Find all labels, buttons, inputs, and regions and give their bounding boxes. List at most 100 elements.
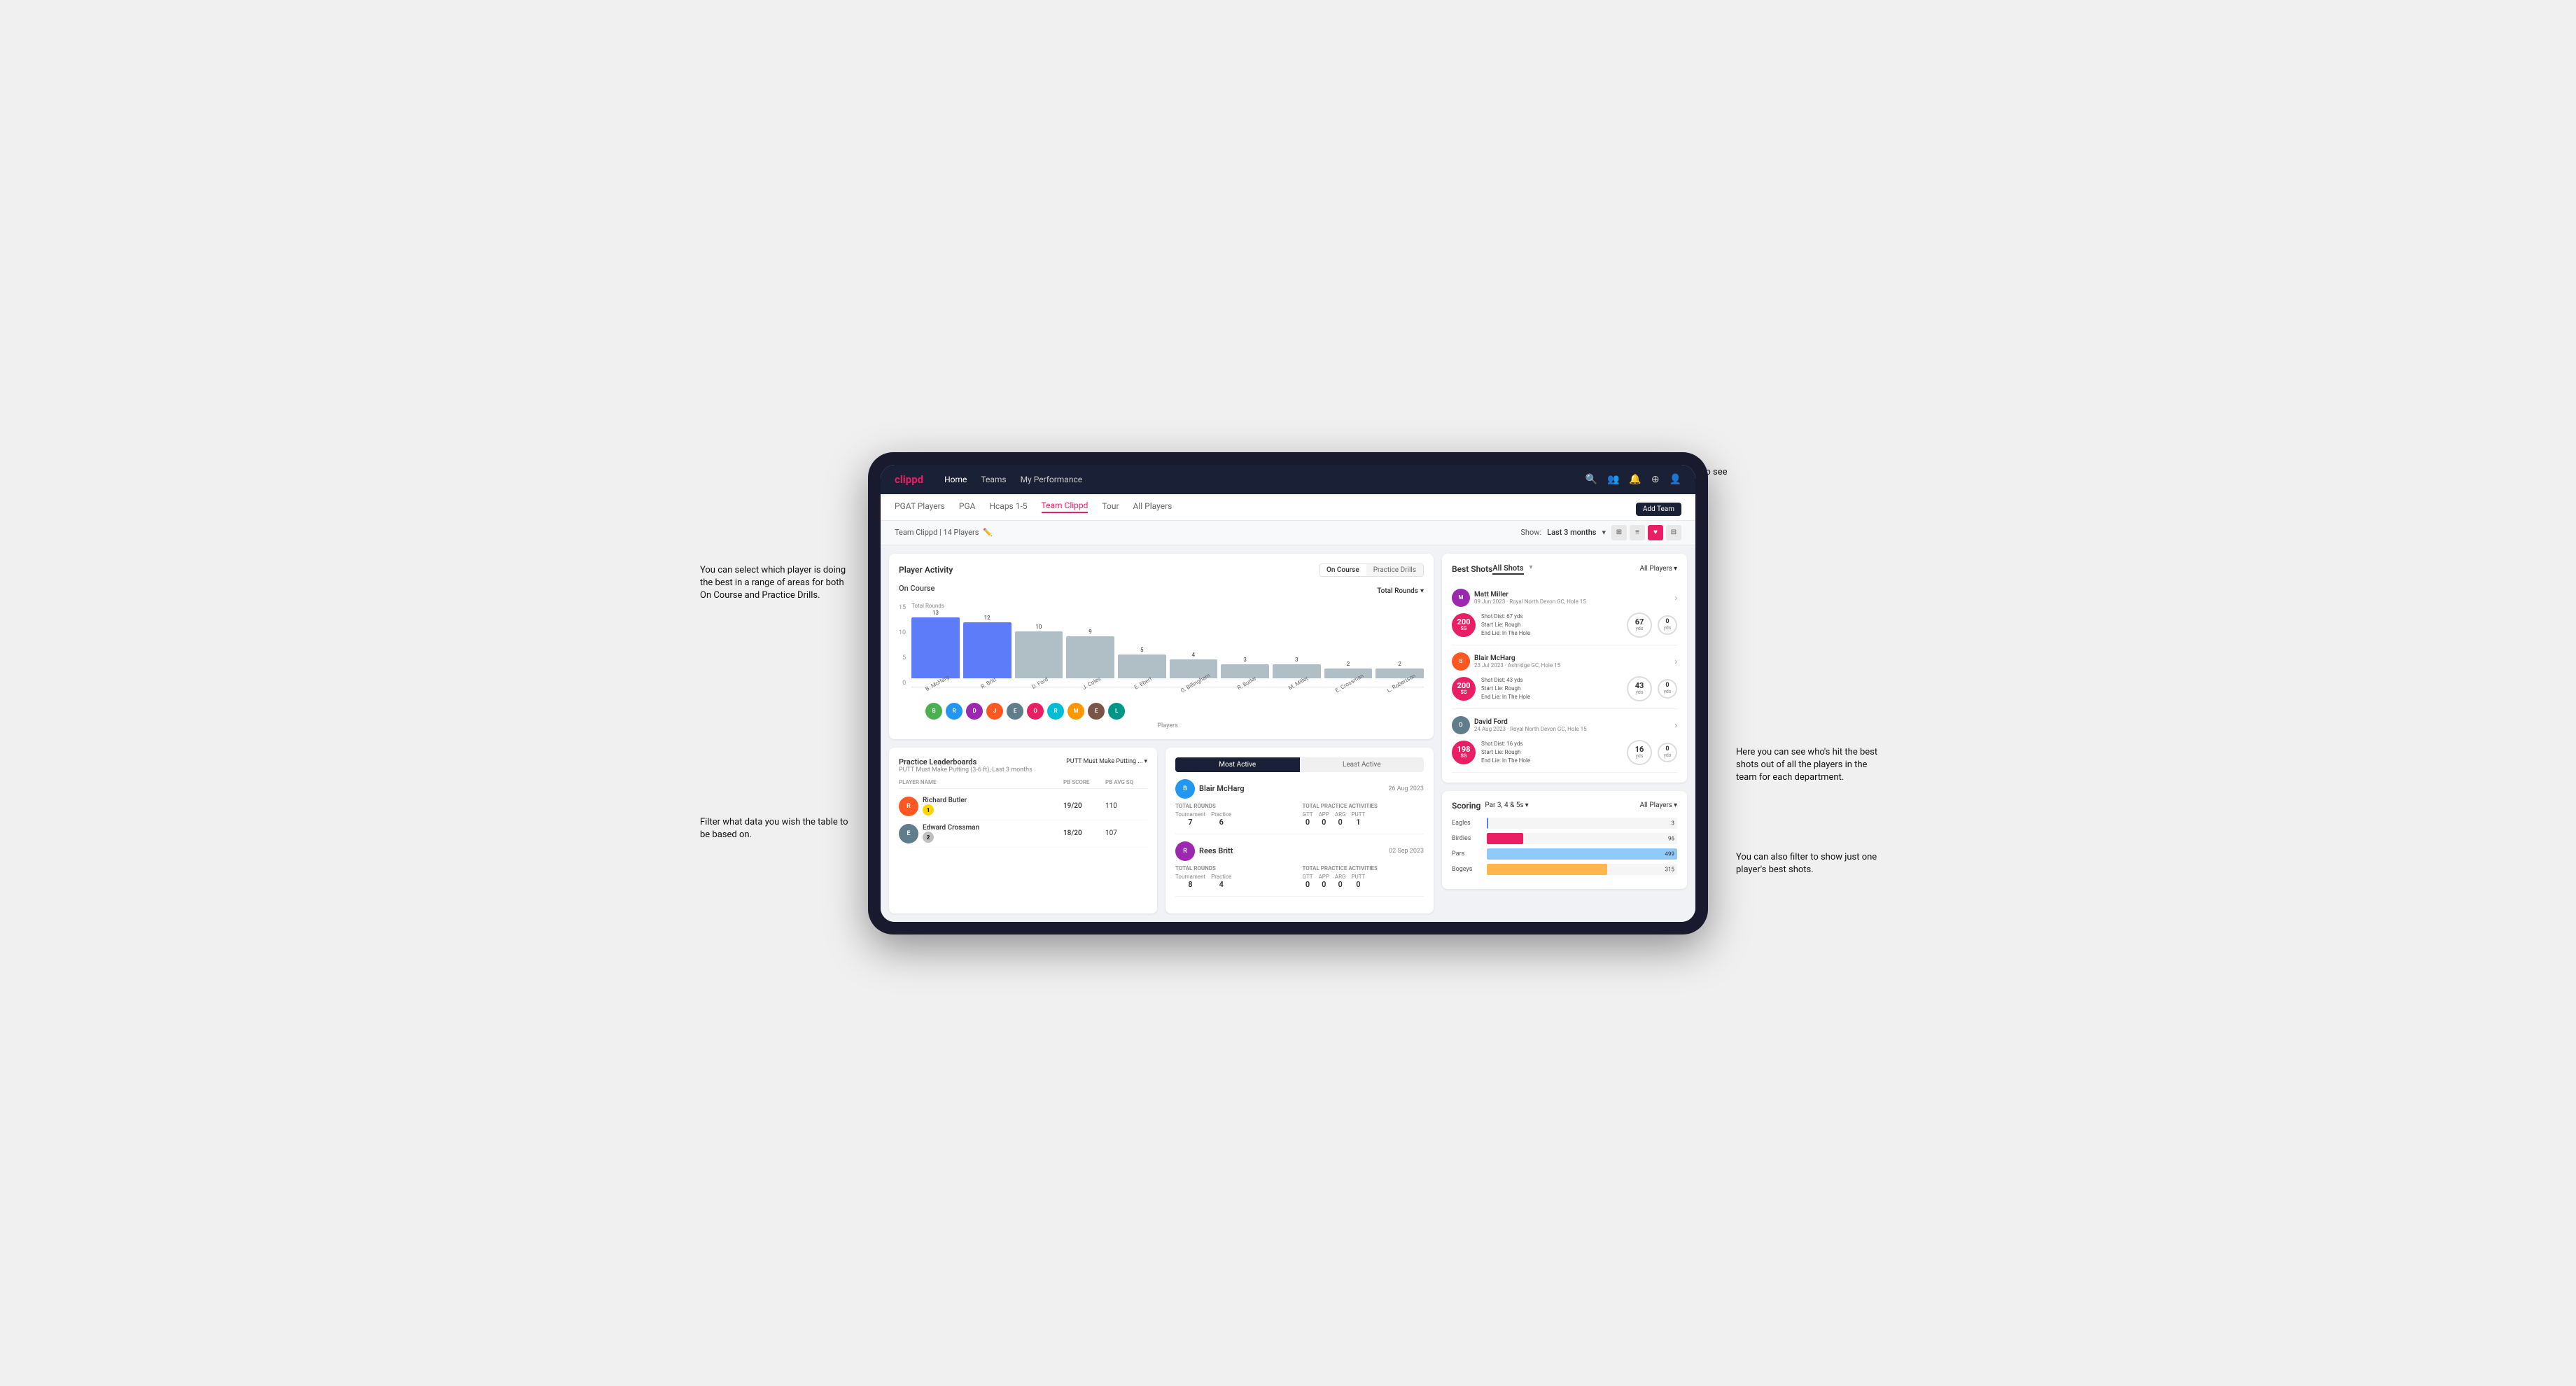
ma-player-header-0: B Blair McHarg 26 Aug 2023 [1175, 779, 1424, 799]
shot-chevron-icon-2[interactable]: › [1674, 720, 1677, 730]
ma-player-name-1: Rees Britt [1199, 846, 1233, 855]
show-select[interactable]: Last 3 months [1547, 528, 1596, 537]
least-active-tab[interactable]: Least Active [1300, 757, 1424, 772]
sub-nav-pga[interactable]: PGA [959, 501, 976, 512]
sub-nav-team-clippd[interactable]: Team Clippd [1042, 500, 1088, 513]
player-activity-card: Player Activity On Course Practice Drill… [889, 554, 1434, 739]
player-avatar-1[interactable]: R [946, 703, 962, 720]
scoring-row-2: Pars499 [1452, 848, 1677, 860]
bar-0[interactable] [911, 617, 960, 678]
shot-item-2[interactable]: D David Ford 24 Aug 2023 · Royal North D… [1452, 709, 1677, 773]
scoring-header: Scoring Par 3, 4 & 5s ▾ All Players ▾ [1452, 801, 1677, 811]
bar-value-0: 13 [932, 610, 939, 616]
player-name-1: Edward Crossman2 [923, 824, 979, 843]
shot-chevron-icon-0[interactable]: › [1674, 593, 1677, 603]
player-avatar-8[interactable]: E [1088, 703, 1105, 720]
player-info-1: EEdward Crossman2 [899, 824, 1063, 844]
bar-8[interactable] [1324, 668, 1373, 678]
most-active-tab[interactable]: Most Active [1175, 757, 1300, 772]
bar-9[interactable] [1376, 668, 1424, 678]
nav-item-my-performance[interactable]: My Performance [1021, 475, 1083, 484]
player-avatar-6[interactable]: R [1047, 703, 1064, 720]
bar-3[interactable] [1066, 636, 1114, 678]
dropdown-arrow-icon: ▾ [1602, 528, 1606, 537]
players-dropdown[interactable]: All Players ▾ [1639, 565, 1677, 573]
most-active-tabs: Most Active Least Active [1175, 757, 1424, 772]
total-rounds-dropdown[interactable]: Total Rounds ▾ [1377, 587, 1424, 595]
leaderboard-row-1: EEdward Crossman218/20107 [899, 820, 1147, 848]
bar-value-2: 10 [1035, 624, 1042, 630]
bars-row: 13B. McHarg12R. Britt10D. Ford9J. Coles5… [911, 610, 1424, 687]
par-dropdown[interactable]: Par 3, 4 & 5s ▾ [1485, 802, 1528, 809]
chart-filter-row: On Course Total Rounds ▾ [899, 584, 1424, 598]
shots-toggle: All Shots ▾ [1492, 564, 1532, 575]
best-shots-card: Best Shots All Shots ▾ All Players ▾ M [1442, 554, 1687, 783]
sub-nav-tour[interactable]: Tour [1102, 501, 1119, 512]
sub-nav-all-players[interactable]: All Players [1133, 501, 1172, 512]
scoring-row-0: Eagles3 [1452, 818, 1677, 829]
player-avatar-5[interactable]: O [1027, 703, 1044, 720]
players-chevron-icon: ▾ [1674, 565, 1677, 573]
scoring-label-0: Eagles [1452, 820, 1487, 827]
scoring-row-3: Bogeys315 [1452, 864, 1677, 875]
ma-player-name-0: Blair McHarg [1199, 784, 1244, 793]
player-avatar-3[interactable]: J [986, 703, 1003, 720]
bar-4[interactable] [1118, 654, 1166, 678]
par-chevron-icon: ▾ [1525, 802, 1529, 809]
player-avatar-0[interactable]: B [925, 703, 942, 720]
nav-item-home[interactable]: Home [944, 475, 967, 484]
bar-value-3: 9 [1088, 629, 1092, 635]
search-icon[interactable]: 🔍 [1586, 474, 1597, 485]
scoring-bar-3 [1487, 864, 1607, 875]
all-shots-tab[interactable]: All Shots [1492, 564, 1523, 575]
bar-7[interactable] [1273, 664, 1321, 678]
player-avatar-7[interactable]: M [1068, 703, 1084, 720]
bar-6[interactable] [1221, 664, 1269, 678]
bar-2[interactable] [1015, 631, 1063, 678]
scoring-players-dropdown[interactable]: All Players ▾ [1639, 802, 1677, 809]
bar-5[interactable] [1170, 659, 1218, 678]
practice-drills-toggle[interactable]: Practice Drills [1366, 564, 1423, 576]
on-course-toggle[interactable]: On Course [1320, 564, 1366, 576]
users-icon[interactable]: 👥 [1607, 474, 1619, 485]
left-panel: Player Activity On Course Practice Drill… [889, 554, 1434, 913]
bar-value-4: 5 [1140, 647, 1144, 653]
player-rank-0: 1 [923, 804, 934, 816]
bar-item-1: 12R. Britt [963, 615, 1011, 687]
nav-logo[interactable]: clippd [895, 473, 923, 486]
edit-icon[interactable]: ✏️ [983, 528, 993, 537]
bell-icon[interactable]: 🔔 [1629, 474, 1641, 485]
bar-1[interactable] [963, 622, 1011, 678]
add-team-button[interactable]: Add Team [1636, 503, 1681, 516]
best-shots-title: Best Shots [1452, 564, 1492, 574]
player-avatar-4[interactable]: E [1007, 703, 1023, 720]
shot-badge-0: 200 SG [1452, 613, 1476, 637]
view-grid-icon[interactable]: ⊞ [1611, 525, 1627, 540]
scoring-bar-value-3: 315 [1665, 866, 1675, 872]
main-content: Player Activity On Course Practice Drill… [881, 545, 1695, 922]
ma-avatar-1: R [1175, 841, 1195, 861]
leaderboard-dropdown[interactable]: PUTT Must Make Putting ... ▾ [1066, 758, 1147, 765]
scoring-card: Scoring Par 3, 4 & 5s ▾ All Players ▾ Ea… [1442, 791, 1687, 889]
sub-nav-hcaps[interactable]: Hcaps 1-5 [989, 501, 1027, 512]
view-table-icon[interactable]: ⊟ [1666, 525, 1681, 540]
player-avatar-9[interactable]: L [1108, 703, 1125, 720]
scoring-bar-container-2: 499 [1487, 848, 1677, 860]
view-list-icon[interactable]: ≡ [1630, 525, 1645, 540]
shot-chevron-icon-1[interactable]: › [1674, 657, 1677, 666]
nav-item-teams[interactable]: Teams [981, 475, 1006, 484]
sub-nav-pgat-players[interactable]: PGAT Players [895, 501, 945, 512]
shot-item-0[interactable]: M Matt Miller 09 Jun 2023 · Royal North … [1452, 582, 1677, 645]
shot-zero-box-2: 0 yds [1658, 743, 1677, 762]
scoring-bar-container-3: 315 [1487, 864, 1677, 875]
user-avatar-icon[interactable]: 👤 [1670, 474, 1681, 485]
view-heart-icon[interactable]: ♥ [1648, 525, 1663, 540]
player-avatar-2[interactable]: D [966, 703, 983, 720]
bar-item-5: 4O. Billingham [1170, 652, 1218, 687]
shot-item-1[interactable]: B Blair McHarg 23 Jul 2023 · Ashridge GC… [1452, 645, 1677, 709]
scoring-bar-1 [1487, 833, 1523, 844]
leaderboard-rows: RRichard Butler119/20110EEdward Crossman… [899, 793, 1147, 848]
plus-circle-icon[interactable]: ⊕ [1651, 474, 1660, 485]
page-wrapper: Choose the timescale you wish to see the… [868, 452, 1708, 934]
ma-player-header-1: R Rees Britt 02 Sep 2023 [1175, 841, 1424, 861]
